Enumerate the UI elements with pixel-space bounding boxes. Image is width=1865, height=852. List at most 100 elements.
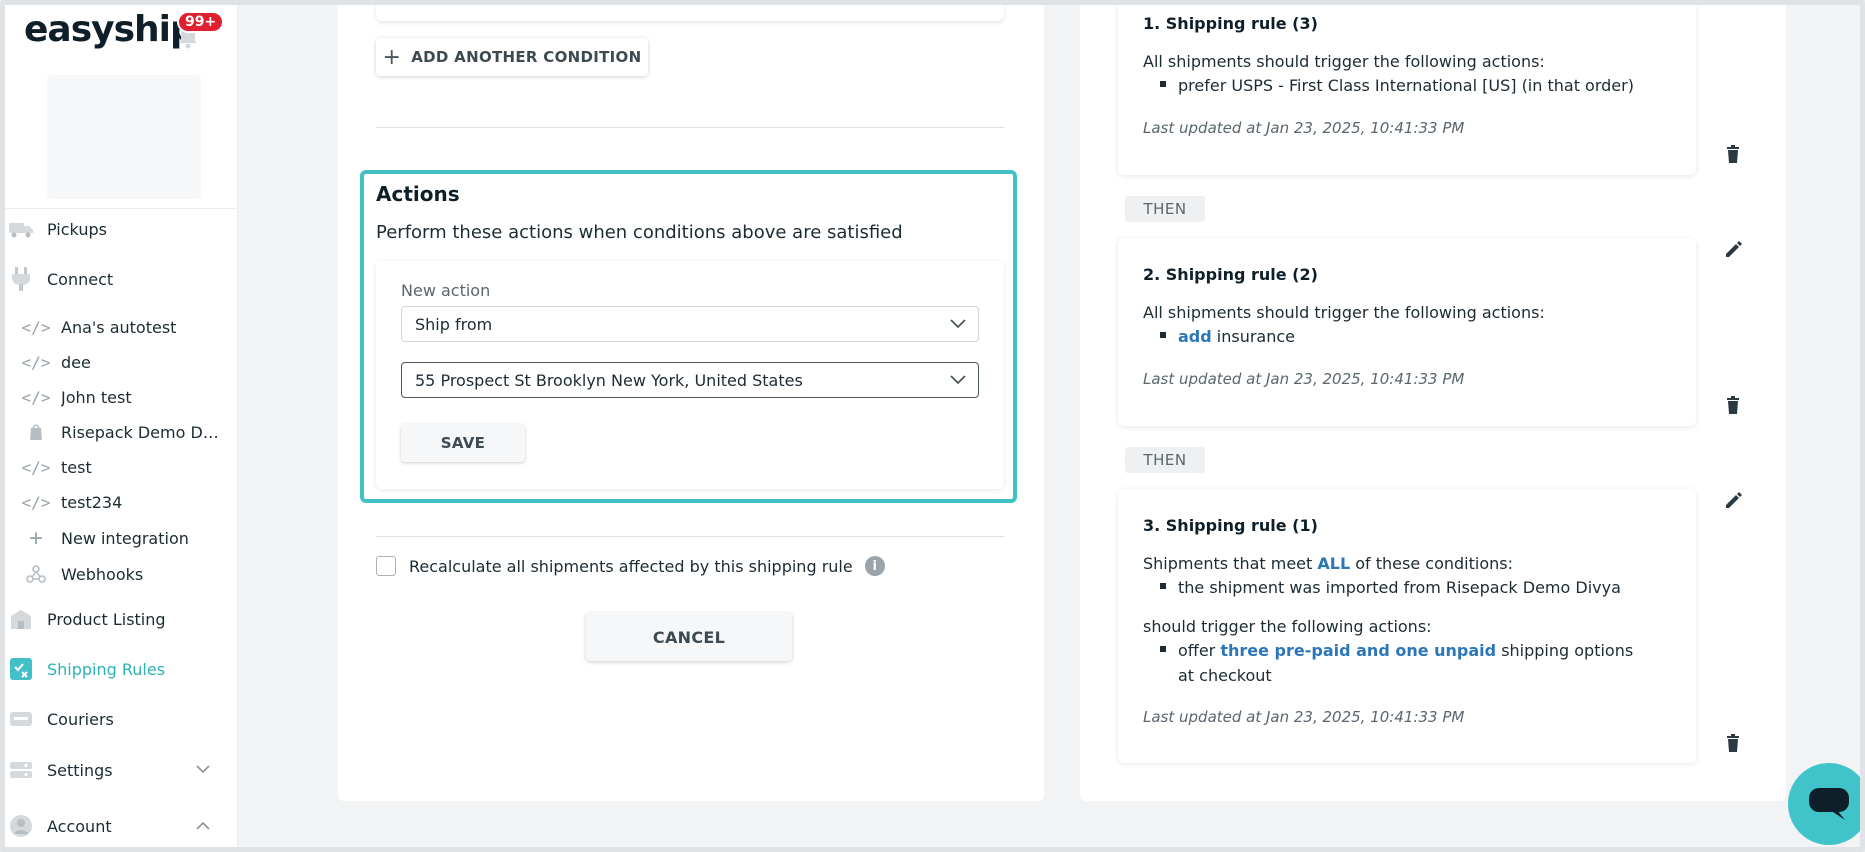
connect-item-risepack-demo[interactable]: Risepack Demo Di... (19, 417, 238, 447)
sidebar-item-label: Pickups (47, 219, 107, 239)
rule-intro: All shipments should trigger the followi… (1143, 52, 1545, 71)
rules-icon (7, 657, 35, 681)
add-condition-label: ADD ANOTHER CONDITION (411, 48, 642, 66)
app-window: easyship 99+ Pickups Connect </> Ana's a… (0, 0, 1865, 852)
rule-action-link[interactable]: three pre-paid and one unpaid (1220, 641, 1496, 660)
connect-item-label: dee (61, 352, 91, 372)
sidebar-item-couriers[interactable]: Couriers (5, 701, 238, 737)
notifications-badge: 99+ (177, 11, 225, 33)
webhook-icon (19, 564, 53, 584)
rule-last-updated: Last updated at Jan 23, 2025, 10:41:33 P… (1143, 708, 1465, 726)
match-mode-link[interactable]: ALL (1317, 554, 1350, 573)
code-icon: </> (21, 387, 51, 407)
plus-icon: + (29, 525, 43, 551)
trash-icon[interactable] (1723, 145, 1743, 165)
code-icon: </> (21, 492, 51, 512)
connect-item-dee[interactable]: </> dee (19, 347, 238, 377)
sidebar-item-product-listing[interactable]: Product Listing (5, 601, 238, 637)
ship-from-address-select[interactable]: 55 Prospect St Brooklyn New York, United… (401, 362, 979, 398)
code-icon: </> (21, 457, 51, 477)
rule-conditions-intro: Shipments that meet ALL of these conditi… (1143, 554, 1513, 573)
rule-title: 1. Shipping rule (3) (1143, 14, 1318, 33)
actions-title: Actions (376, 182, 460, 206)
bullet (1160, 646, 1166, 652)
cancel-button[interactable]: CANCEL (586, 613, 792, 661)
new-action-label: New action (401, 281, 491, 300)
rule-card[interactable]: 3. Shipping rule (1) Shipments that meet… (1118, 489, 1696, 763)
bullet (1160, 332, 1166, 338)
code-icon: </> (21, 352, 51, 372)
chevron-down-icon (950, 319, 966, 329)
rule-condition-text: the shipment was imported from Risepack … (1178, 578, 1621, 597)
save-button[interactable]: SAVE (401, 424, 525, 462)
edit-pencil-icon[interactable] (1723, 240, 1743, 260)
chevron-down-icon (950, 375, 966, 385)
plus-icon: + (382, 44, 402, 70)
connect-item-test234[interactable]: </> test234 (19, 487, 238, 517)
rule-action-link[interactable]: add (1178, 327, 1212, 346)
rule-last-updated: Last updated at Jan 23, 2025, 10:41:33 P… (1143, 119, 1465, 137)
connect-item-john-test[interactable]: </> John test (19, 382, 238, 412)
bullet (1160, 583, 1166, 589)
sidebar-divider (5, 208, 238, 209)
sidebar-item-pickups[interactable]: Pickups (5, 211, 238, 247)
connect-item-test[interactable]: </> test (19, 452, 238, 482)
sidebar-item-connect[interactable]: Connect (5, 261, 238, 297)
divider (376, 127, 1004, 128)
rule-actions-intro: should trigger the following actions: (1143, 617, 1432, 636)
condition-card (376, 5, 1004, 21)
trash-icon[interactable] (1723, 734, 1743, 754)
trash-icon[interactable] (1723, 396, 1743, 416)
sidebar-item-settings[interactable]: Settings (5, 752, 238, 788)
rule-action-text: insurance (1211, 327, 1296, 346)
recalculate-checkbox[interactable] (376, 556, 396, 576)
new-action-card: New action Ship from 55 Prospect St Broo… (376, 261, 1004, 489)
rules-list-panel: 1. Shipping rule (3) All shipments shoul… (1080, 5, 1786, 801)
sidebar-item-account[interactable]: Account (5, 808, 238, 844)
action-type-value: Ship from (415, 314, 493, 334)
sidebar-item-label: Shipping Rules (47, 659, 166, 679)
rule-action-text: offer (1178, 641, 1221, 660)
then-connector: THEN (1125, 447, 1205, 473)
rule-intro: All shipments should trigger the followi… (1143, 303, 1545, 322)
info-icon[interactable]: i (864, 556, 885, 576)
connect-item-label: test (61, 457, 92, 477)
chat-launcher-button[interactable] (1788, 763, 1860, 845)
sidebar: easyship 99+ Pickups Connect </> Ana's a… (5, 5, 238, 847)
settings-icon (7, 758, 35, 782)
then-connector: THEN (1125, 196, 1205, 222)
bullet (1160, 81, 1166, 87)
code-icon: </> (21, 317, 51, 337)
sidebar-item-label: Product Listing (47, 609, 166, 629)
rule-card[interactable]: 1. Shipping rule (3) All shipments shoul… (1118, 5, 1696, 175)
connect-item-webhooks[interactable]: Webhooks (19, 559, 238, 589)
chevron-down-icon (196, 762, 210, 778)
actions-description: Perform these actions when conditions ab… (376, 222, 903, 243)
plug-icon (7, 267, 35, 291)
ship-from-value: 55 Prospect St Brooklyn New York, United… (415, 370, 803, 390)
sidebar-item-label: Account (47, 816, 112, 836)
add-another-condition-button[interactable]: + ADD ANOTHER CONDITION (376, 38, 648, 76)
action-type-select[interactable]: Ship from (401, 306, 979, 342)
sidebar-item-label: Settings (47, 760, 113, 780)
rule-title: 2. Shipping rule (2) (1143, 265, 1318, 284)
rule-last-updated: Last updated at Jan 23, 2025, 10:41:33 P… (1143, 370, 1465, 388)
shopify-icon (19, 422, 53, 442)
chevron-up-icon (196, 818, 210, 834)
sidebar-item-label: Connect (47, 269, 114, 289)
easyship-logo[interactable]: easyship (24, 9, 196, 50)
sidebar-item-shipping-rules[interactable]: Shipping Rules (5, 651, 238, 687)
connect-item-anas-autotest[interactable]: </> Ana's autotest (19, 312, 238, 342)
sidebar-item-label: Couriers (47, 709, 114, 729)
actions-section: Actions Perform these actions when condi… (360, 170, 1017, 503)
user-icon (7, 814, 35, 838)
truck-icon (7, 217, 35, 241)
rule-intro-text: of these conditions: (1350, 554, 1513, 573)
connect-item-label: test234 (61, 492, 123, 512)
connect-item-new-integration[interactable]: + New integration (19, 523, 238, 553)
rule-action-item: add insurance (1160, 324, 1638, 349)
rule-editor-panel: + ADD ANOTHER CONDITION Actions Perform … (338, 5, 1044, 801)
rule-card[interactable]: 2. Shipping rule (2) All shipments shoul… (1118, 238, 1696, 426)
edit-pencil-icon[interactable] (1723, 491, 1743, 511)
recalculate-row: Recalculate all shipments affected by th… (376, 556, 885, 576)
